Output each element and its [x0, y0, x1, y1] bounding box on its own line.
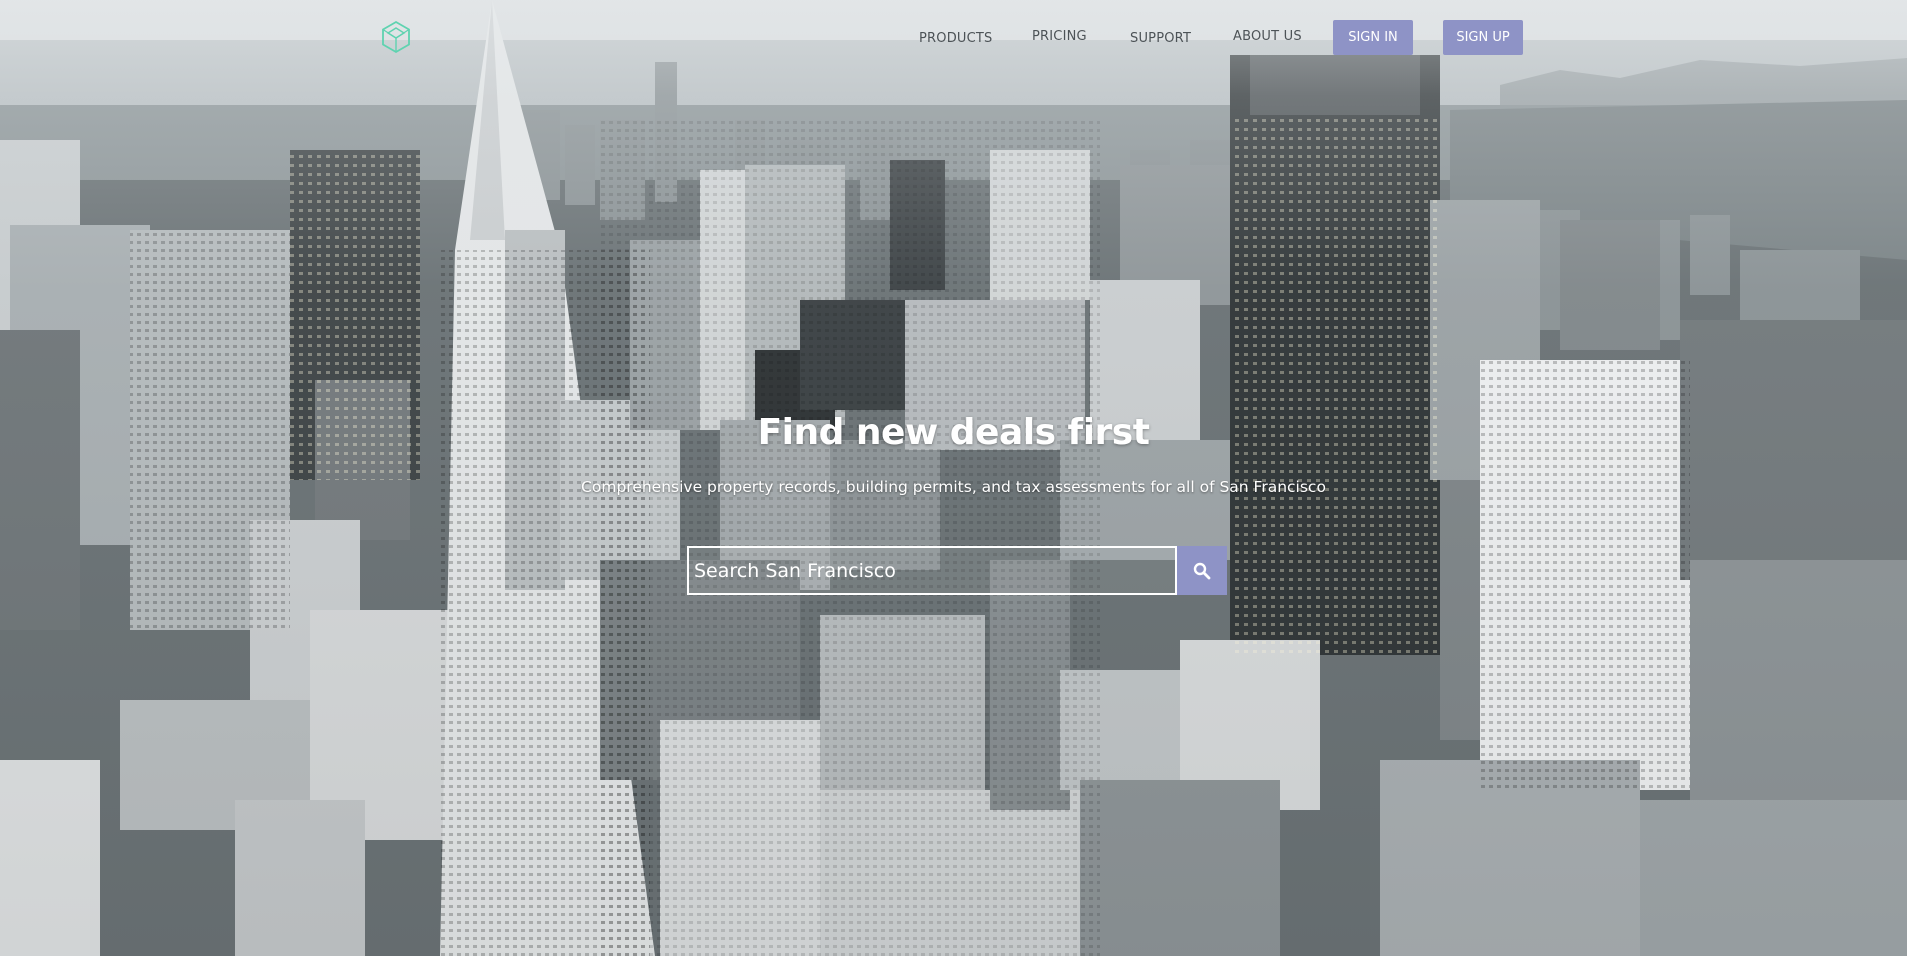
nav-link-about-us[interactable]: ABOUT US: [1233, 29, 1302, 44]
sign-in-button[interactable]: SIGN IN: [1333, 20, 1413, 55]
hero-subtitle: Comprehensive property records, building…: [581, 478, 1326, 496]
hexagon-cube-logo-icon[interactable]: [380, 20, 412, 54]
nav-link-pricing[interactable]: PRICING: [1032, 29, 1087, 44]
nav-link-products[interactable]: PRODUCTS: [919, 31, 993, 46]
landing-page: PRODUCTS PRICING SUPPORT ABOUT US SIGN I…: [0, 0, 1907, 956]
search-button[interactable]: [1177, 546, 1227, 595]
sign-up-button[interactable]: SIGN UP: [1443, 20, 1523, 55]
hero-title: Find new deals first: [757, 412, 1150, 453]
search-input[interactable]: [687, 546, 1177, 595]
nav-link-support[interactable]: SUPPORT: [1130, 31, 1191, 46]
search-icon: [1193, 562, 1211, 579]
search-bar: [687, 546, 1227, 595]
